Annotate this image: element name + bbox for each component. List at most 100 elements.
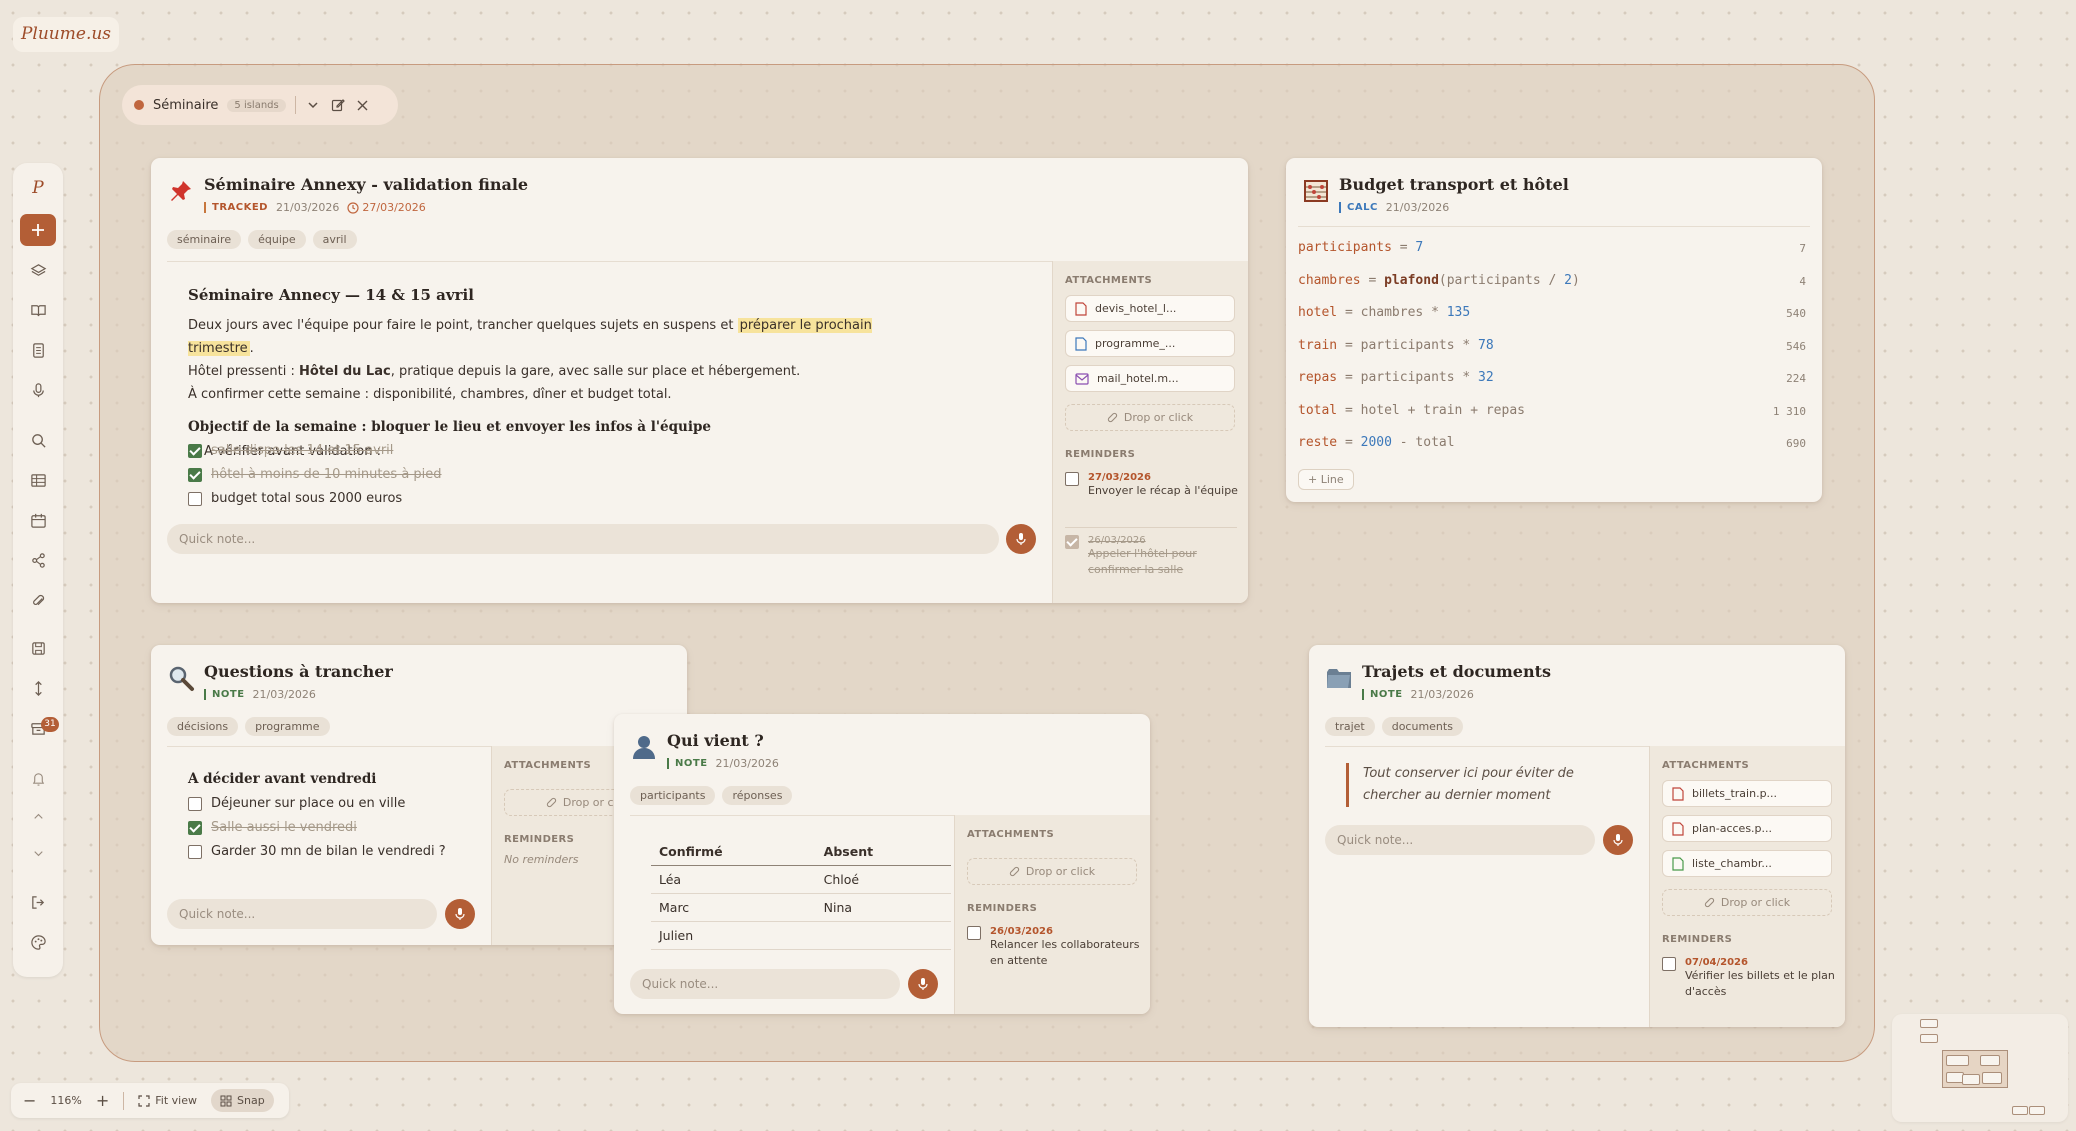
checkbox[interactable]	[188, 443, 202, 458]
checkbox[interactable]	[188, 844, 202, 859]
mic-button[interactable]	[908, 969, 938, 999]
note-paragraph[interactable]: Deux jours avec l'équipe pour faire le p…	[188, 314, 888, 360]
quick-note-input[interactable]: Quick note...	[167, 524, 999, 554]
group-name[interactable]: Séminaire	[153, 98, 218, 113]
chevron-down-icon[interactable]	[13, 838, 63, 868]
chevron-up-icon[interactable]	[13, 801, 63, 831]
checkbox[interactable]	[1662, 957, 1676, 971]
card-budget[interactable]: Budget transport et hôtel CALC 21/03/202…	[1286, 158, 1822, 502]
card-title[interactable]: Qui vient ?	[667, 731, 764, 750]
zoom-out-button[interactable]: −	[23, 1091, 36, 1110]
attachment-item[interactable]: mail_hotel.m...	[1065, 365, 1235, 392]
checklist-item[interactable]: salle dispo les 14 et 15 avril	[188, 443, 393, 458]
checkbox[interactable]	[1065, 535, 1079, 549]
microphone-icon[interactable]	[13, 375, 63, 405]
checkbox[interactable]	[188, 467, 202, 482]
attachment-item[interactable]: billets_train.p...	[1662, 780, 1832, 807]
sidebar-logo[interactable]: P	[13, 173, 63, 203]
card-date: 21/03/2026	[715, 757, 779, 770]
attachment-item[interactable]: programme_...	[1065, 330, 1235, 357]
document-icon[interactable]	[13, 335, 63, 365]
paperclip-icon[interactable]	[13, 585, 63, 615]
checkbox[interactable]	[188, 820, 202, 835]
zoom-in-button[interactable]: +	[96, 1091, 109, 1110]
palette-icon[interactable]	[13, 927, 63, 957]
due-date[interactable]: 27/03/2026	[362, 201, 425, 214]
tag[interactable]: programme	[245, 717, 330, 736]
minimap[interactable]	[1892, 1014, 2068, 1122]
tag[interactable]: réponses	[722, 786, 793, 805]
drop-zone[interactable]: Drop or click	[1662, 889, 1832, 916]
attachment-item[interactable]: liste_chambr...	[1662, 850, 1832, 877]
add-line-button[interactable]: + Line	[1298, 469, 1354, 490]
card-trips[interactable]: Trajets et documents NOTE 21/03/2026 tra…	[1309, 645, 1845, 1027]
calc-line[interactable]: participants = 7	[1298, 240, 1423, 255]
snap-toggle[interactable]: Snap	[211, 1089, 274, 1112]
attachment-item[interactable]: plan-acces.p...	[1662, 815, 1832, 842]
quick-note-input[interactable]: Quick note...	[1325, 825, 1595, 855]
calendar-icon[interactable]	[13, 505, 63, 535]
book-icon[interactable]	[13, 295, 63, 325]
calc-line[interactable]: chambres = plafond(participants / 2)	[1298, 273, 1580, 288]
table-icon[interactable]	[13, 465, 63, 495]
bell-icon[interactable]	[13, 763, 63, 793]
share-icon[interactable]	[13, 545, 63, 575]
layers-icon[interactable]	[13, 255, 63, 285]
calc-line[interactable]: total = hotel + train + repas	[1298, 403, 1525, 418]
drop-zone[interactable]: Drop or click	[967, 858, 1137, 885]
card-title[interactable]: Séminaire Annexy - validation finale	[204, 175, 528, 194]
group-header[interactable]: Séminaire 5 islands	[122, 85, 398, 125]
sort-icon[interactable]	[13, 673, 63, 703]
note-paragraph[interactable]: Hôtel pressenti : Hôtel du Lac, pratique…	[188, 360, 888, 383]
mic-button[interactable]	[1603, 825, 1633, 855]
card-who[interactable]: Qui vient ? NOTE 21/03/2026 participants…	[614, 714, 1150, 1014]
checkbox[interactable]	[188, 491, 202, 506]
note-paragraph[interactable]: À confirmer cette semaine : disponibilit…	[188, 383, 888, 406]
tag[interactable]: participants	[630, 786, 716, 805]
checklist-item[interactable]: budget total sous 2000 euros	[188, 491, 402, 506]
chevron-down-icon[interactable]	[305, 97, 321, 113]
add-button[interactable]	[20, 214, 56, 246]
quick-note-input[interactable]: Quick note...	[167, 899, 437, 929]
tag[interactable]: avril	[312, 230, 357, 249]
close-icon[interactable]	[355, 97, 371, 113]
checklist-item[interactable]: Garder 30 mn de bilan le vendredi ?	[188, 844, 446, 859]
calc-line[interactable]: hotel = chambres * 135	[1298, 305, 1470, 320]
checklist-item[interactable]: hôtel à moins de 10 minutes à pied	[188, 467, 442, 482]
tag[interactable]: séminaire	[167, 230, 242, 249]
tag[interactable]: décisions	[167, 717, 239, 736]
calc-line[interactable]: train = participants * 78	[1298, 338, 1494, 353]
quick-note-input[interactable]: Quick note...	[630, 969, 900, 999]
checkbox[interactable]	[188, 796, 202, 811]
card-title[interactable]: Budget transport et hôtel	[1339, 175, 1569, 194]
checkbox[interactable]	[967, 926, 981, 940]
calc-line[interactable]: reste = 2000 - total	[1298, 435, 1455, 450]
drop-zone[interactable]: Drop or click	[1065, 404, 1235, 431]
checklist-item[interactable]: Salle aussi le vendredi	[188, 820, 357, 835]
save-icon[interactable]	[13, 633, 63, 663]
card-title[interactable]: Questions à trancher	[204, 662, 393, 681]
card-questions[interactable]: Questions à trancher NOTE 21/03/2026 déc…	[151, 645, 687, 945]
participants-table: Confirmé Absent Léa Chloé Marc Nina Julien	[651, 838, 951, 950]
search-icon[interactable]	[13, 425, 63, 455]
checkbox[interactable]	[1065, 472, 1079, 486]
tag[interactable]: documents	[1381, 717, 1463, 736]
mic-button[interactable]	[1006, 524, 1036, 554]
checklist-item[interactable]: Déjeuner sur place ou en ville	[188, 796, 405, 811]
fit-view-button[interactable]: Fit view	[138, 1094, 197, 1107]
card-title[interactable]: Trajets et documents	[1362, 662, 1551, 681]
calc-line[interactable]: repas = participants * 32	[1298, 370, 1494, 385]
reminder-item[interactable]: 26/03/2026 Relancer les collaborateurs en…	[967, 924, 1142, 969]
mic-button[interactable]	[445, 899, 475, 929]
reminder-item[interactable]: 07/04/2026 Vérifier les billets et le pla…	[1662, 955, 1837, 1000]
app-logo[interactable]: Pluume.us	[13, 17, 119, 52]
attachment-item[interactable]: devis_hotel_l...	[1065, 295, 1235, 322]
reminder-item[interactable]: 27/03/2026 Envoyer le récap à l'équipe	[1065, 470, 1240, 499]
reminder-item[interactable]: 26/03/2026 Appeler l'hôtel pour confirmer…	[1065, 533, 1240, 578]
card-seminaire[interactable]: Séminaire Annexy - validation finale TRA…	[151, 158, 1248, 603]
tag[interactable]: équipe	[248, 230, 306, 249]
tag[interactable]: trajet	[1325, 717, 1375, 736]
logout-icon[interactable]	[13, 887, 63, 917]
note-quote[interactable]: Tout conserver ici pour éviter de cherch…	[1346, 763, 1626, 807]
edit-icon[interactable]	[330, 97, 346, 113]
